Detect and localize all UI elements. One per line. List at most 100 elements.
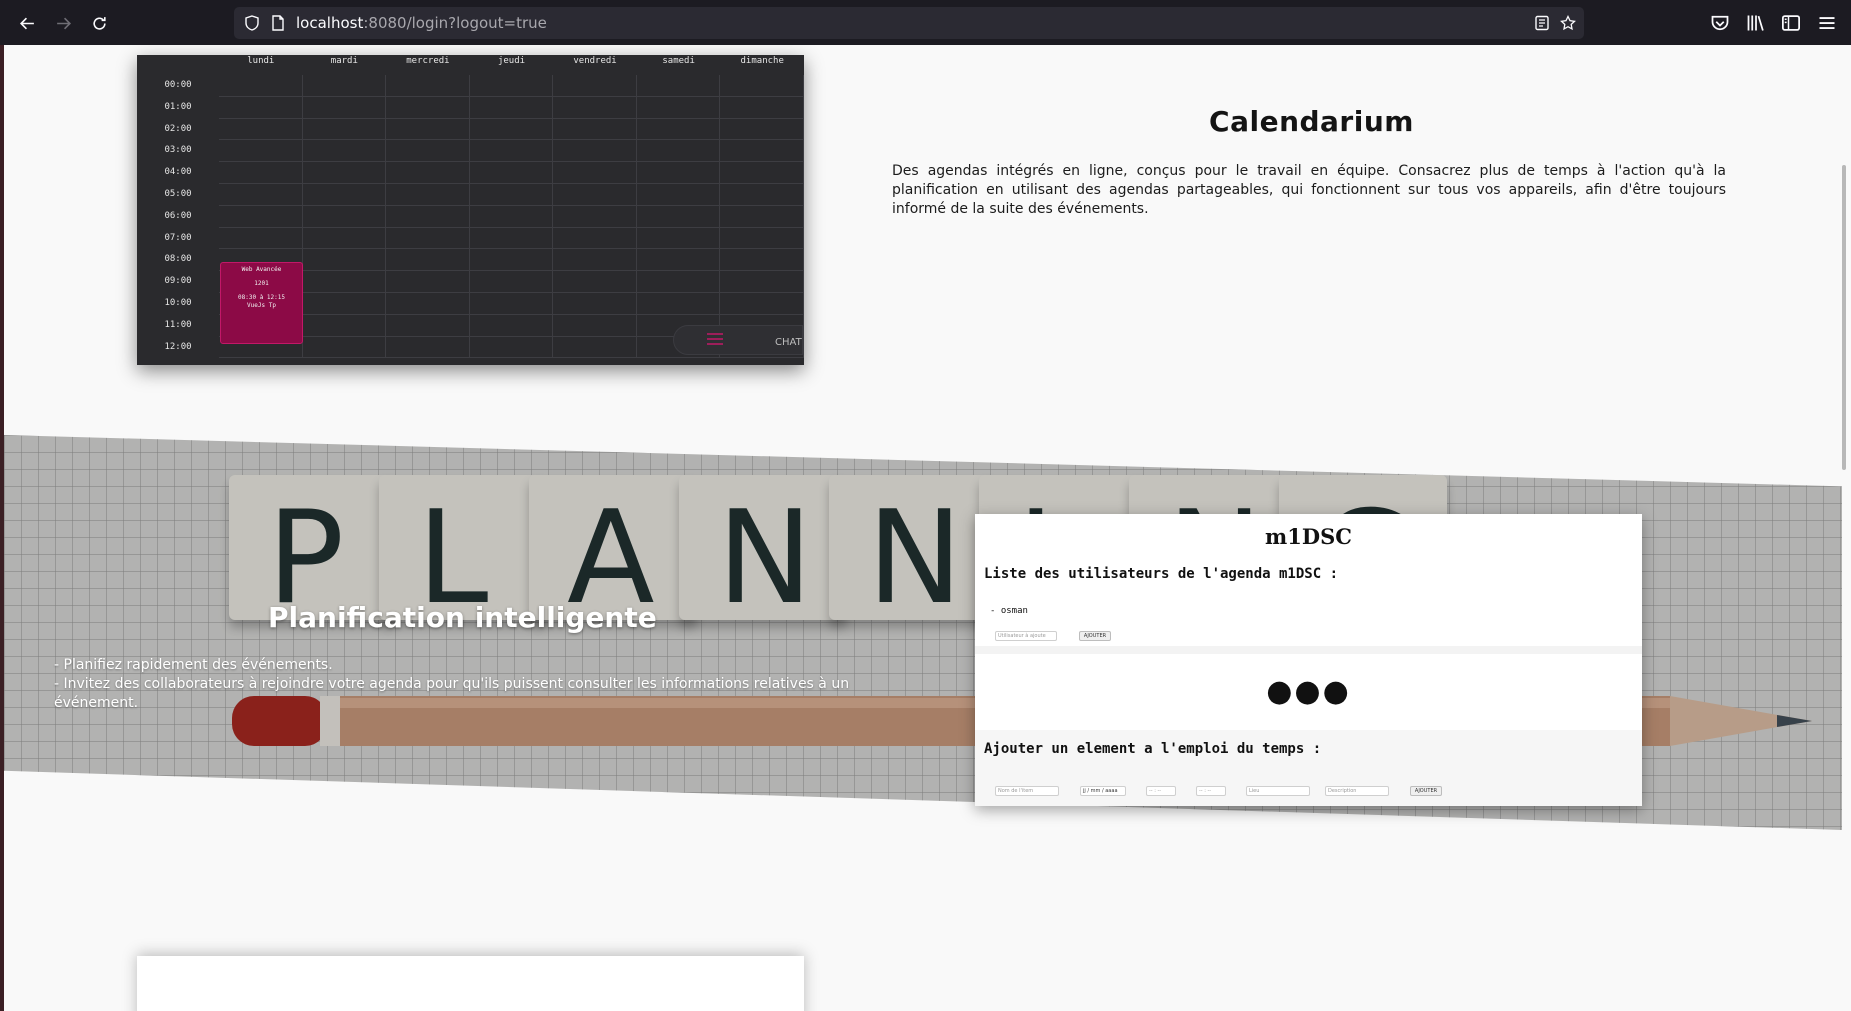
hour-label: 01:00 [164, 101, 192, 112]
calendar-cell [636, 118, 721, 141]
calendar-cell [553, 249, 637, 272]
calendar-cell [553, 96, 637, 119]
calendar-cell [553, 227, 637, 250]
calendar-cell [469, 292, 554, 315]
calendar-cell [553, 292, 637, 315]
reader-view-icon[interactable] [1534, 15, 1550, 31]
calendar-cell [636, 162, 721, 184]
calendar-cell [720, 96, 804, 119]
calendar-cell [636, 96, 721, 119]
hour-label: 02:00 [164, 123, 192, 134]
calendar-cell [553, 162, 637, 184]
hour-label: 06:00 [164, 210, 192, 221]
bookmark-star-icon[interactable] [1560, 15, 1576, 31]
calendar-cell [553, 140, 637, 163]
calendar-cell [469, 205, 554, 228]
calendar-cell [636, 205, 721, 228]
day-label: samedi [662, 56, 695, 66]
calendar-cell [386, 96, 470, 119]
calendar-cell [386, 118, 470, 141]
calendar-cell [720, 292, 804, 315]
calendar-cell [469, 118, 554, 141]
calendar-cell [219, 118, 303, 141]
sidebar-icon[interactable] [1781, 13, 1801, 33]
calendar-cell [302, 271, 387, 293]
event-time: 08:30 à 12:15 [238, 294, 285, 301]
calendar-cell [469, 96, 554, 119]
scrollbar-thumb[interactable] [1842, 165, 1846, 470]
date-input: jj / mm / aaaa [1080, 786, 1126, 796]
calendar-cell [302, 75, 387, 97]
agenda-preview-image: m1DSC Liste des utilisateurs de l'agenda… [975, 514, 1642, 806]
calendar-grid [219, 75, 804, 365]
calendar-cell [553, 75, 637, 97]
arrow-right-icon [56, 17, 71, 29]
calendar-cell [720, 162, 804, 184]
calendar-cell [386, 183, 470, 206]
add-element-button: AJOUTER [1410, 786, 1442, 796]
calendar-cell [219, 227, 303, 250]
calendar-cell [302, 96, 387, 119]
chat-label: CHAT [775, 337, 802, 348]
calendar-cell [553, 271, 637, 293]
browser-toolbar: localhost:8080/login?logout=true [0, 0, 1851, 45]
day-label: lundi [247, 56, 275, 66]
calendar-cell [469, 249, 554, 272]
add-element-heading: Ajouter un element a l'emploi du temps : [984, 741, 1322, 757]
feature-list-item: - Invitez des collaborateurs à rejoindre… [54, 676, 850, 711]
calendar-cell [636, 140, 721, 163]
shield-icon[interactable] [244, 15, 260, 31]
calendar-cell [636, 227, 721, 250]
calendar-cell [720, 271, 804, 293]
calendar-cell [720, 249, 804, 272]
calendar-cell [302, 227, 387, 250]
calendar-cell [302, 140, 387, 163]
feature-list-item: - Planifiez rapidement des événements. [54, 657, 333, 673]
page-icon [272, 15, 284, 31]
back-button[interactable] [14, 10, 40, 36]
divider [975, 646, 1642, 654]
library-icon[interactable] [1746, 13, 1766, 33]
hour-label: 12:00 [164, 341, 192, 352]
calendar-cell [302, 336, 387, 359]
calendar-cell [553, 314, 637, 337]
forward-button[interactable] [50, 10, 76, 36]
calendar-cell [302, 314, 387, 337]
calendar-cell [469, 75, 554, 97]
calendar-cell [469, 140, 554, 163]
pocket-icon[interactable] [1710, 13, 1730, 33]
calendar-cell [720, 118, 804, 141]
day-label: mardi [330, 56, 358, 66]
calendar-cell [386, 314, 470, 337]
day-label: dimanche [740, 56, 784, 66]
menu-icon[interactable] [1817, 13, 1837, 33]
hour-label: 07:00 [164, 232, 192, 243]
feature-title: Calendarium [1209, 105, 1414, 138]
calendar-cell [469, 271, 554, 293]
users-heading: Liste des utilisateurs de l'agenda m1DSC… [984, 566, 1339, 582]
hour-label: 04:00 [164, 167, 192, 178]
calendar-cell [386, 162, 470, 184]
feature-description: Des agendas intégrés en ligne, conçus po… [892, 163, 1726, 217]
item-name-input: Nom de l'item [995, 786, 1059, 796]
calendar-cell [720, 183, 804, 206]
calendar-cell [720, 140, 804, 163]
hour-label: 00:00 [164, 80, 192, 90]
url-bar[interactable]: localhost:8080/login?logout=true [234, 7, 1584, 39]
calendar-cell [386, 292, 470, 315]
calendar-cell [469, 162, 554, 184]
calendar-cell [219, 75, 303, 97]
feature-list: - Planifiez rapidement des événements. -… [54, 656, 899, 713]
calendar-cell [386, 336, 470, 359]
day-label: jeudi [497, 56, 526, 66]
ellipsis: ●●● [1266, 674, 1351, 709]
hour-label: 09:00 [164, 276, 192, 287]
calendar-hour-column: 00:00 01:00 02:00 03:00 04:00 05:00 06:00 07:00… [137, 75, 219, 358]
reload-button[interactable] [86, 10, 112, 36]
calendar-cell [469, 183, 554, 206]
hamburger-icon [707, 333, 723, 345]
url-text[interactable]: localhost:8080/login?logout=true [296, 14, 547, 32]
agenda-name: m1DSC [1265, 524, 1352, 549]
hour-label: 11:00 [164, 319, 192, 330]
calendar-cell [302, 205, 387, 228]
